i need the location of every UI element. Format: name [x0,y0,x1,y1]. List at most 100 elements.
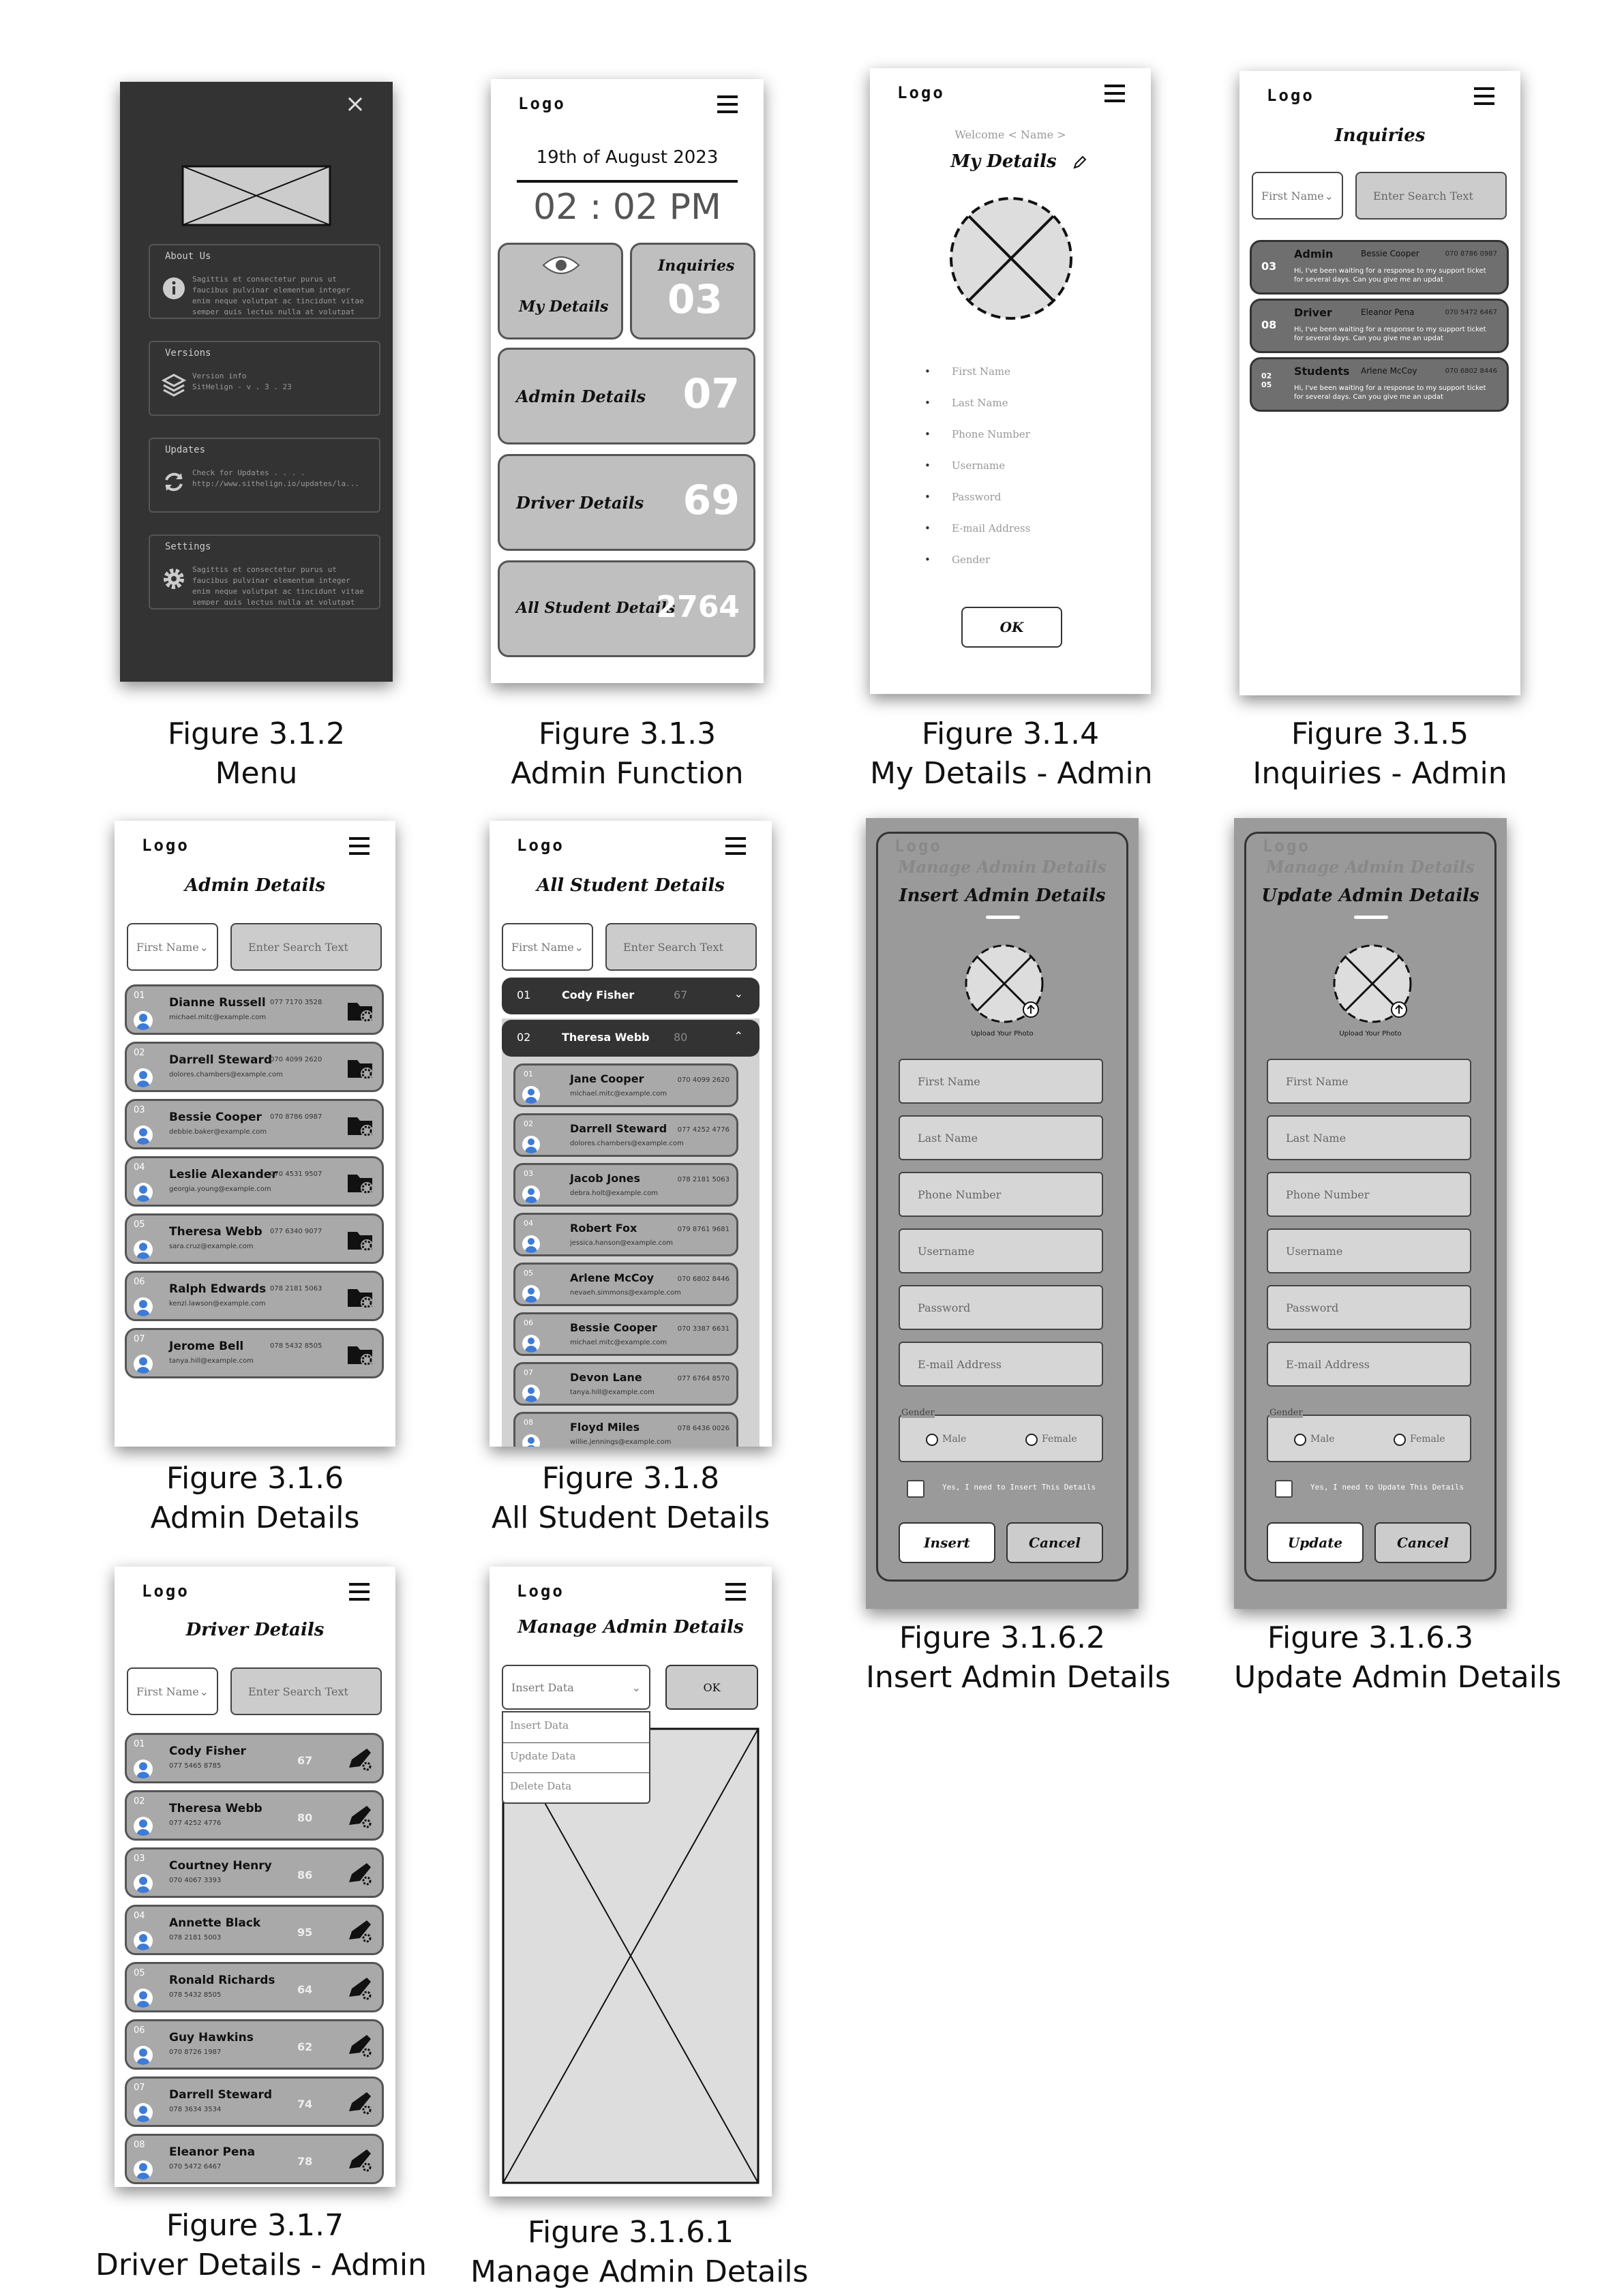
insert-button[interactable]: Insert [899,1522,995,1563]
driver-row[interactable]: 04 Annette Black 078 2181 5003 95 [125,1905,384,1955]
student-row[interactable]: 01 Jane Cooper 070 4099 2620 michael.mitc@e… [513,1063,738,1107]
filter-select[interactable]: First Name ⌄ [127,923,218,971]
student-row[interactable]: 03 Jacob Jones 078 2181 5063 debra.holt@exa… [513,1163,738,1207]
driver-row[interactable]: 06 Guy Hawkins 070 8726 1987 62 [125,2019,384,2070]
dropdown-option[interactable]: Update Data [503,1742,649,1772]
driver-row[interactable]: 07 Darrell Steward 078 3634 3534 74 [125,2076,384,2127]
hamburger-menu-icon[interactable] [349,1583,370,1601]
inquiry-card[interactable]: 02 05 Students Arlene McCoy 070 6802 8446 Hi… [1250,357,1509,412]
confirm-checkbox[interactable] [1275,1480,1293,1498]
driver-row[interactable]: 08 Eleanor Pena 070 5472 6467 78 [125,2134,384,2184]
driver-details-tile[interactable]: Driver Details 69 [498,454,755,551]
menu-item-settings[interactable]: Settings Sagittis et consectetur purus ut… [149,534,380,609]
form-field-phone-number[interactable]: Phone Number [1267,1172,1471,1217]
student-row[interactable]: 07 Devon Lane 077 6764 8570 tanya.hill@exam… [513,1362,738,1406]
row-phone: 077 6340 9077 [270,1228,322,1235]
male-radio[interactable] [1294,1434,1306,1446]
hamburger-menu-icon[interactable] [717,95,738,113]
car-settings-icon[interactable] [346,1918,375,1945]
table-row[interactable]: 05 Theresa Webb 077 6340 9077 sara.cruz@exa… [125,1213,384,1264]
search-input[interactable]: Enter Search Text [605,923,757,971]
my-details-tile[interactable]: My Details [498,243,623,339]
form-field-e-mail-address[interactable]: E-mail Address [1267,1342,1471,1387]
cancel-button[interactable]: Cancel [1006,1522,1103,1563]
edit-icon[interactable] [1072,154,1088,170]
form-field-phone-number[interactable]: Phone Number [899,1172,1103,1217]
form-field-password[interactable]: Password [1267,1285,1471,1330]
filter-select[interactable]: First Name ⌄ [1252,172,1343,220]
car-settings-icon[interactable] [346,2032,375,2059]
folder-settings-icon[interactable] [346,1055,375,1082]
menu-item-versions[interactable]: Versions Version info SitHelign - v . 3 .… [149,341,380,416]
student-group-row[interactable]: 01 Cody Fisher 67 ⌄ [502,978,760,1014]
close-icon[interactable]: × [345,90,365,118]
form-field-last-name[interactable]: Last Name [899,1115,1103,1160]
dropdown-option[interactable]: Insert Data [503,1712,649,1742]
hamburger-menu-icon[interactable] [725,1583,746,1601]
photo-upload-placeholder[interactable] [960,941,1049,1026]
table-row[interactable]: 03 Bessie Cooper 070 8786 0987 debbie.baker… [125,1099,384,1149]
all-student-details-tile[interactable]: All Student Details 2764 [498,560,755,657]
table-row[interactable]: 04 Leslie Alexander 070 4531 9507 georgia.y… [125,1156,384,1207]
form-field-first-name[interactable]: First Name [1267,1059,1471,1104]
inquiry-card[interactable]: 08 Driver Eleanor Pena 070 5472 6467 Hi, I'v… [1250,299,1509,353]
folder-settings-icon[interactable] [346,1226,375,1254]
form-field-username[interactable]: Username [1267,1228,1471,1273]
filter-select[interactable]: First Name ⌄ [127,1667,218,1715]
student-row[interactable]: 06 Bessie Cooper 070 3387 6631 michael.mitc… [513,1312,738,1356]
dropdown-option[interactable]: Delete Data [503,1772,649,1802]
photo-upload-placeholder[interactable] [1328,941,1417,1026]
filter-select[interactable]: First Name ⌄ [502,923,593,971]
folder-settings-icon[interactable] [346,1112,375,1139]
car-settings-icon[interactable] [346,1746,375,1773]
folder-settings-icon[interactable] [346,1169,375,1196]
update-button[interactable]: Update [1267,1522,1364,1563]
folder-settings-icon[interactable] [346,1341,375,1368]
car-settings-icon[interactable] [346,1803,375,1830]
student-row[interactable]: 02 Darrell Steward 077 4252 4776 dolores.ch… [513,1113,738,1157]
table-row[interactable]: 06 Ralph Edwards 078 2181 5063 kenzi.lawson… [125,1271,384,1321]
student-row[interactable]: 05 Arlene McCoy 070 6802 8446 nevaeh.simmon… [513,1263,738,1306]
table-row[interactable]: 07 Jerome Bell 078 5432 8505 tanya.hill@exa… [125,1328,384,1378]
driver-row[interactable]: 02 Theresa Webb 077 4252 4776 80 [125,1790,384,1841]
table-row[interactable]: 01 Dianne Russell 077 7170 3528 michael.mit… [125,984,384,1035]
hamburger-menu-icon[interactable] [1104,85,1125,102]
table-row[interactable]: 02 Darrell Steward 070 4099 2620 dolores.ch… [125,1042,384,1092]
folder-settings-icon[interactable] [346,1284,375,1311]
car-settings-icon[interactable] [346,2147,375,2174]
ok-button[interactable]: OK [665,1665,758,1710]
female-radio[interactable] [1025,1434,1038,1446]
form-field-last-name[interactable]: Last Name [1267,1115,1471,1160]
student-row[interactable]: 04 Robert Fox 079 8761 9681 jessica.hanson@… [513,1213,738,1256]
inquiries-tile[interactable]: Inquiries 03 [630,243,755,339]
ok-button[interactable]: OK [961,607,1062,648]
car-settings-icon[interactable] [346,1975,375,2002]
form-field-username[interactable]: Username [899,1228,1103,1273]
driver-row[interactable]: 01 Cody Fisher 077 5465 8785 67 [125,1733,384,1783]
male-radio[interactable] [926,1434,938,1446]
inquiry-card[interactable]: 03 Admin Bessie Cooper 070 8786 0987 Hi, I'v… [1250,240,1509,294]
admin-details-tile[interactable]: Admin Details 07 [498,348,755,444]
driver-row[interactable]: 03 Courtney Henry 070 4067 3393 86 [125,1847,384,1898]
search-input[interactable]: Enter Search Text [230,923,382,971]
menu-item-about-us[interactable]: About Us Sagittis et consectetur purus ut… [149,244,380,319]
driver-row[interactable]: 05 Ronald Richards 078 5432 8505 64 [125,1962,384,2012]
search-input[interactable]: Enter Search Text [1355,172,1507,220]
confirm-checkbox[interactable] [907,1480,924,1498]
hamburger-menu-icon[interactable] [725,837,746,855]
form-field-e-mail-address[interactable]: E-mail Address [899,1342,1103,1387]
search-input[interactable]: Enter Search Text [230,1667,382,1715]
hamburger-menu-icon[interactable] [1474,87,1494,105]
car-settings-icon[interactable] [346,1860,375,1888]
hamburger-menu-icon[interactable] [349,837,370,855]
folder-settings-icon[interactable] [346,997,375,1025]
cancel-button[interactable]: Cancel [1374,1522,1471,1563]
menu-item-updates[interactable]: Updates Check for Updates . . . . http://… [149,438,380,513]
student-row[interactable]: 08 Floyd Miles 078 6436 0026 willie.jenning… [513,1412,738,1447]
form-field-first-name[interactable]: First Name [899,1059,1103,1104]
car-settings-icon[interactable] [346,2089,375,2117]
student-group-row[interactable]: 02 Theresa Webb 80 ⌃ [502,1020,760,1057]
form-field-password[interactable]: Password [899,1285,1103,1330]
action-select[interactable]: Insert Data ⌄ [502,1665,650,1710]
female-radio[interactable] [1394,1434,1406,1446]
